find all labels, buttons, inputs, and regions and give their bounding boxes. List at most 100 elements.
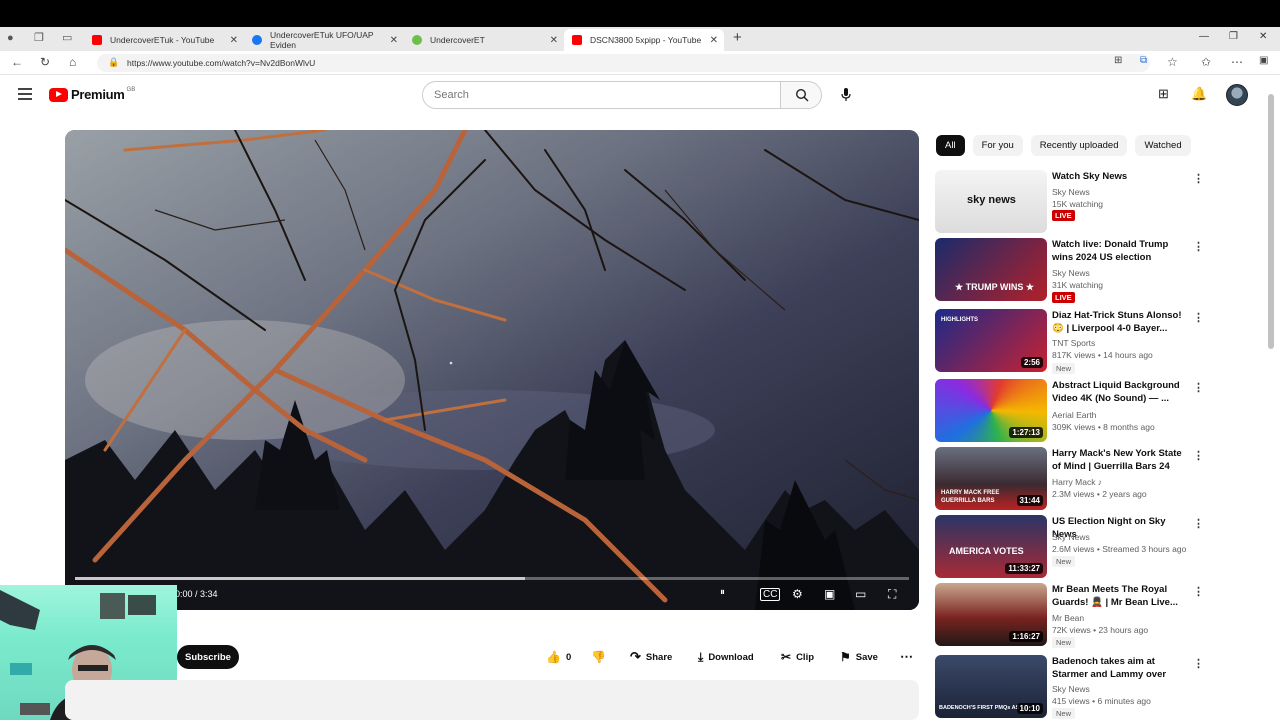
search-button[interactable]	[780, 81, 822, 109]
video-thumbnail[interactable]: sky news	[935, 170, 1047, 233]
channel-name[interactable]: Harry Mack ♪	[1052, 477, 1102, 487]
channel-name[interactable]: Sky News	[1052, 684, 1090, 694]
recommendation-item[interactable]: HIGHLIGHTS 2:56 Diaz Hat-Trick Stuns Alo…	[935, 309, 1265, 374]
video-thumbnail[interactable]: 1:16:27	[935, 583, 1047, 646]
like-button[interactable]: 👍 0	[538, 645, 579, 669]
thumbs-up-icon: 👍	[546, 650, 561, 664]
tab-facebook-evidence[interactable]: UndercoverETuk UFO/UAP Eviden ✕	[244, 29, 404, 51]
tab-undercovereTuk-youtube[interactable]: UndercoverETuk - YouTube ✕	[84, 29, 244, 51]
back-icon[interactable]: ←	[11, 55, 23, 69]
close-tab-icon[interactable]: ✕	[390, 35, 398, 46]
recommendation-item[interactable]: BADENOCH'S FIRST PMQs AS LE 10:10 Badeno…	[935, 655, 1265, 719]
voice-search-button[interactable]	[834, 83, 858, 107]
more-actions-button[interactable]: ⋯	[892, 645, 921, 669]
description-box[interactable]	[65, 680, 919, 720]
video-title[interactable]: Diaz Hat-Trick Stuns Alonso! 😳 | Liverpo…	[1052, 309, 1192, 335]
close-tab-icon[interactable]: ✕	[550, 35, 558, 46]
create-video-icon[interactable]: ⊞	[1158, 86, 1169, 102]
recommendation-item[interactable]: AMERICA VOTES 11:33:27 US Election Night…	[935, 515, 1265, 579]
video-thumbnail[interactable]: BADENOCH'S FIRST PMQs AS LE 10:10	[935, 655, 1047, 718]
channel-name[interactable]: Mr Bean	[1052, 613, 1084, 623]
close-window-icon[interactable]: ✕	[1259, 31, 1267, 42]
restore-icon[interactable]: ❐	[1229, 31, 1238, 42]
channel-name[interactable]: Sky News	[1052, 268, 1090, 278]
menu-icon[interactable]	[18, 88, 32, 103]
more-vert-icon[interactable]: ⋮	[1193, 657, 1204, 670]
video-thumbnail[interactable]: AMERICA VOTES 11:33:27	[935, 515, 1047, 578]
profile-icon[interactable]: ●	[7, 32, 14, 44]
video-thumbnail[interactable]: 1:27:13	[935, 379, 1047, 442]
fullscreen-icon[interactable]: ⛶	[888, 587, 896, 602]
channel-name[interactable]: Sky News	[1052, 532, 1090, 542]
subscribe-button[interactable]: Subscribe	[177, 645, 239, 669]
video-title[interactable]: Abstract Liquid Background Video 4K (No …	[1052, 379, 1192, 405]
tab-actions-icon[interactable]: ▭	[62, 31, 72, 44]
youtube-premium-logo[interactable]: Premium GB	[49, 87, 135, 102]
page-scrollbar[interactable]	[1268, 94, 1274, 349]
search-input[interactable]: Search	[422, 81, 781, 109]
refresh-icon[interactable]: ↻	[40, 55, 50, 69]
video-meta: 415 views • 6 minutes ago	[1052, 696, 1151, 706]
video-title[interactable]: Watch Sky News	[1052, 170, 1192, 183]
video-title[interactable]: Badenoch takes aim at Starmer and Lammy …	[1052, 655, 1192, 682]
apps-icon[interactable]: ⊞	[1114, 55, 1122, 66]
video-thumbnail[interactable]: HARRY MACK FREE GUERRILLA BARS 31:44	[935, 447, 1047, 510]
chip-all[interactable]: All	[936, 135, 965, 156]
more-vert-icon[interactable]: ⋮	[1193, 449, 1204, 462]
workspaces-icon[interactable]: ❐	[34, 31, 44, 44]
recommendation-item[interactable]: 1:27:13 Abstract Liquid Background Video…	[935, 379, 1265, 443]
video-player[interactable]: 0:00 / 3:34 ⏸ CC ⚙ ▣ ▭ ⛶	[65, 130, 919, 610]
video-progress-bar[interactable]	[75, 577, 909, 580]
channel-name[interactable]: Aerial Earth	[1052, 410, 1096, 420]
more-vert-icon[interactable]: ⋮	[1193, 585, 1204, 598]
channel-name[interactable]: Sky News	[1052, 187, 1090, 197]
chip-for-you[interactable]: For you	[972, 135, 1023, 156]
video-thumbnail[interactable]: ★ TRUMP WINS ★	[935, 238, 1047, 301]
more-vert-icon[interactable]: ⋮	[1193, 311, 1204, 324]
miniplayer-icon[interactable]: ▣	[824, 587, 835, 601]
save-button[interactable]: ⚑ Save	[832, 645, 886, 669]
subtitles-icon[interactable]: CC	[760, 588, 781, 601]
recommendation-item[interactable]: 1:16:27 Mr Bean Meets The Royal Guards! …	[935, 583, 1265, 648]
more-vert-icon[interactable]: ⋮	[1193, 172, 1204, 185]
recommendation-item[interactable]: sky news Watch Sky News Sky News 15K wat…	[935, 170, 1265, 234]
recommendation-item[interactable]: ★ TRUMP WINS ★ Watch live: Donald Trump …	[935, 238, 1265, 303]
video-title[interactable]: Watch live: Donald Trump wins 2024 US el…	[1052, 238, 1192, 264]
chip-recently-uploaded[interactable]: Recently uploaded	[1030, 135, 1128, 156]
minimize-icon[interactable]: —	[1199, 31, 1209, 42]
clip-button[interactable]: ✂ Clip	[773, 645, 822, 669]
tab-dscn3800-youtube[interactable]: DSCN3800 5xpipp - YouTube ✕	[564, 29, 724, 51]
settings-gear-icon[interactable]: ⚙	[792, 587, 803, 601]
video-title[interactable]: Harry Mack's New York State of Mind | Gu…	[1052, 447, 1192, 473]
channel-name[interactable]: TNT Sports	[1052, 338, 1095, 348]
chip-watched[interactable]: Watched	[1135, 135, 1191, 156]
new-tab-button[interactable]: +	[733, 29, 742, 46]
more-vert-icon[interactable]: ⋮	[1193, 517, 1204, 530]
favorite-star-icon[interactable]: ☆	[1167, 55, 1178, 69]
favorites-icon[interactable]: ✩	[1201, 55, 1211, 69]
recommendation-item[interactable]: HARRY MACK FREE GUERRILLA BARS 31:44 Har…	[935, 447, 1265, 511]
save-label: Save	[855, 651, 878, 663]
autoplay-toggle[interactable]: ⏸	[720, 587, 725, 598]
url-text: https://www.youtube.com/watch?v=Nv2dBonW…	[127, 58, 316, 68]
share-icon: ↷	[630, 649, 641, 664]
extension-icon[interactable]: ⧉	[1140, 55, 1147, 66]
video-title[interactable]: Mr Bean Meets The Royal Guards! 💂 | Mr B…	[1052, 583, 1192, 609]
url-field[interactable]: 🔒 https://www.youtube.com/watch?v=Nv2dBo…	[97, 54, 1150, 72]
share-button[interactable]: ↷ Share	[622, 645, 680, 669]
download-button[interactable]: ⤓ Download	[690, 645, 762, 669]
share-label: Share	[645, 651, 673, 663]
more-vert-icon[interactable]: ⋮	[1193, 240, 1204, 253]
theater-mode-icon[interactable]: ▭	[855, 587, 866, 601]
more-menu-icon[interactable]: ⋯	[1231, 55, 1243, 69]
sidebar-toggle-icon[interactable]: ▣	[1259, 55, 1268, 66]
more-vert-icon[interactable]: ⋮	[1193, 381, 1204, 394]
home-icon[interactable]: ⌂	[69, 55, 76, 69]
video-thumbnail[interactable]: HIGHLIGHTS 2:56	[935, 309, 1047, 372]
close-tab-icon[interactable]: ✕	[230, 35, 238, 46]
tab-undercoveret[interactable]: UndercoverET ✕	[404, 29, 564, 51]
notifications-bell-icon[interactable]: 🔔	[1191, 86, 1207, 102]
account-avatar[interactable]	[1226, 84, 1248, 106]
dislike-button[interactable]: 👎	[583, 645, 614, 669]
close-tab-icon[interactable]: ✕	[710, 35, 718, 46]
